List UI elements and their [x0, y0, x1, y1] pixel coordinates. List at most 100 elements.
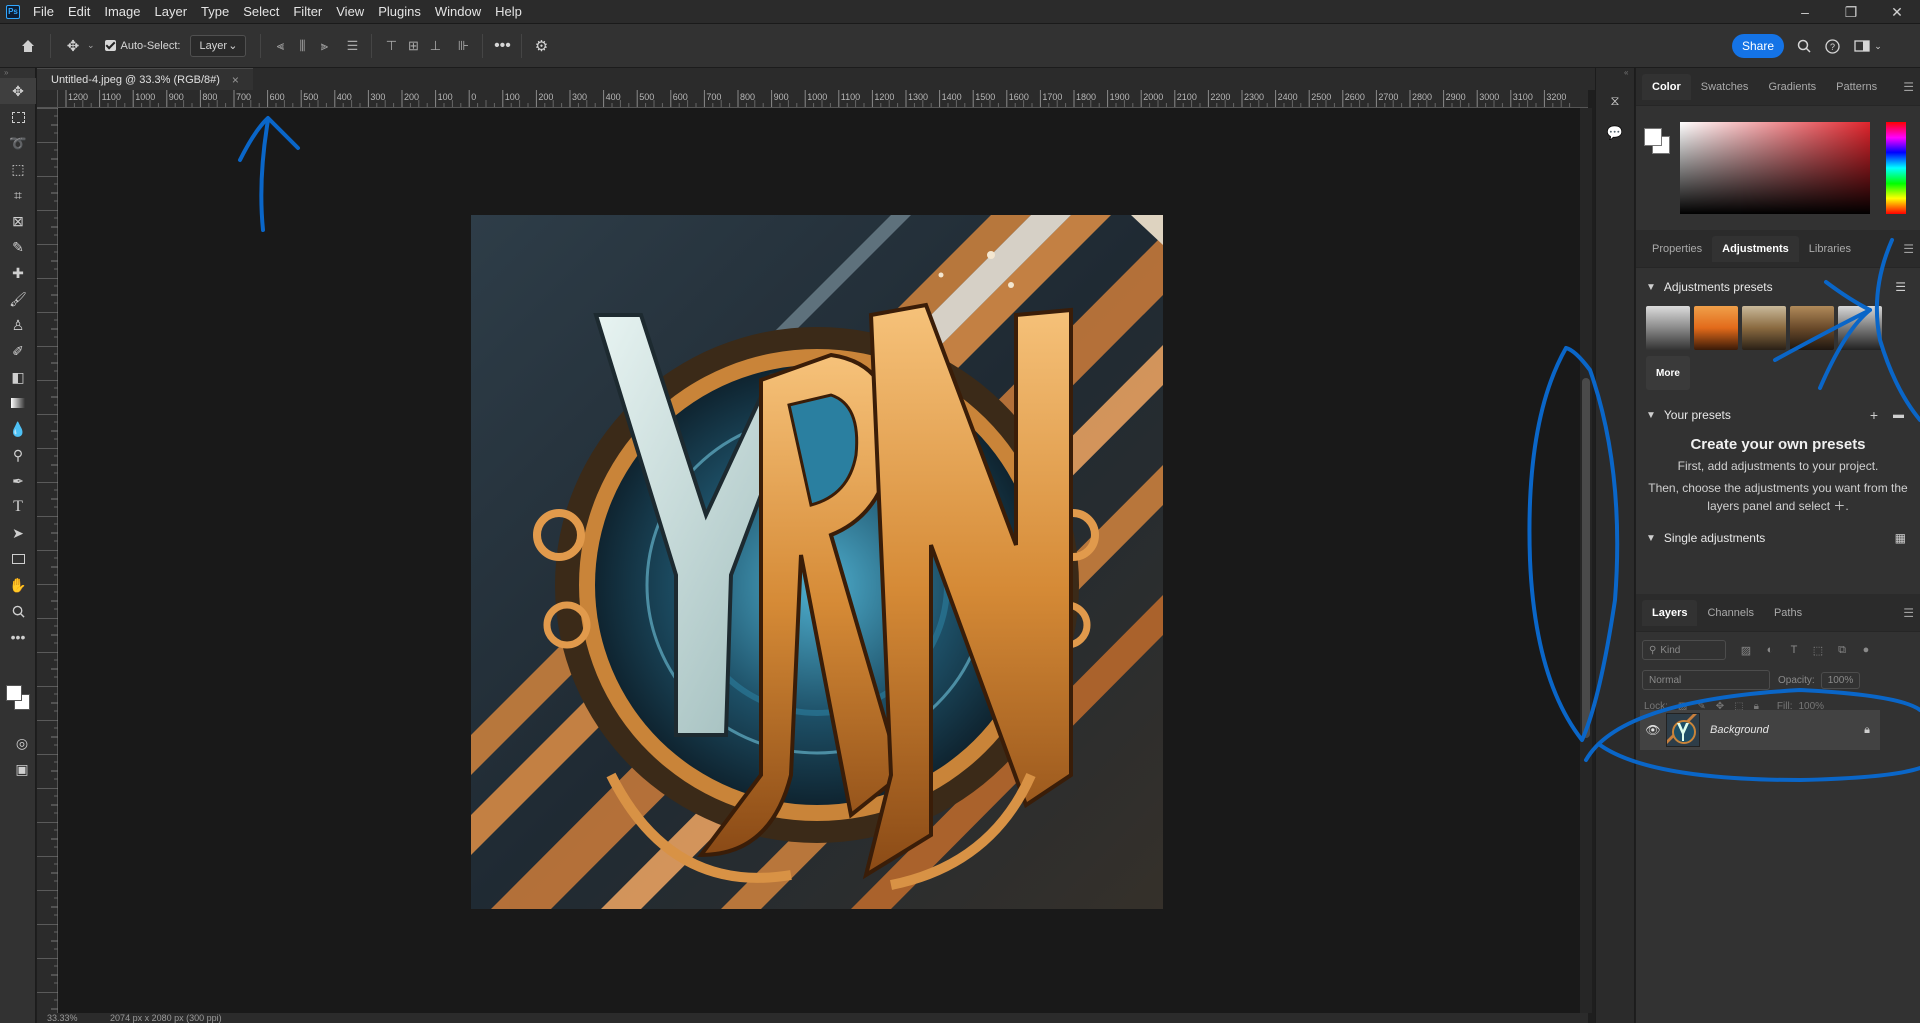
blend-mode-dropdown[interactable]: Normal: [1642, 670, 1770, 690]
menu-edit[interactable]: Edit: [61, 0, 97, 24]
eyedropper-tool-icon[interactable]: ✎: [0, 234, 36, 260]
menu-help[interactable]: Help: [488, 0, 529, 24]
align-middle-icon[interactable]: ⊞: [402, 35, 424, 57]
single-adjustments-header[interactable]: ▼ Single adjustments ▦: [1636, 523, 1920, 553]
tab-patterns[interactable]: Patterns: [1826, 74, 1887, 100]
add-preset-icon[interactable]: +: [1870, 407, 1878, 423]
close-window-button[interactable]: ✕: [1874, 0, 1920, 24]
pixel-filter-icon[interactable]: ▨: [1734, 644, 1758, 657]
menu-image[interactable]: Image: [97, 0, 147, 24]
move-tool-icon[interactable]: ✥: [59, 32, 87, 60]
brush-tool-icon[interactable]: 🖌: [0, 286, 36, 312]
menu-type[interactable]: Type: [194, 0, 236, 24]
preset-thumbnail[interactable]: [1742, 306, 1786, 350]
panel-menu-icon[interactable]: ☰: [1903, 80, 1914, 94]
adjustments-presets-header[interactable]: ▼ Adjustments presets ☰: [1636, 272, 1920, 302]
ruler-origin[interactable]: [37, 90, 58, 108]
hue-slider[interactable]: [1886, 122, 1906, 214]
search-icon[interactable]: [1792, 34, 1816, 58]
gradient-tool-icon[interactable]: [0, 390, 36, 416]
canvas-area[interactable]: [58, 108, 1588, 1013]
hand-tool-icon[interactable]: ✋: [0, 572, 36, 598]
auto-select-dropdown[interactable]: Layer ⌄: [190, 34, 247, 57]
tab-libraries[interactable]: Libraries: [1799, 236, 1861, 262]
preset-thumbnail[interactable]: [1694, 306, 1738, 350]
align-right-icon[interactable]: ⫸: [313, 35, 335, 57]
zoom-level[interactable]: 33.33%: [47, 1013, 78, 1023]
preset-thumbnail[interactable]: [1838, 306, 1882, 350]
smart-object-filter-icon[interactable]: ⧉: [1830, 644, 1854, 657]
tool-preset-chevron-icon[interactable]: ⌄: [87, 40, 95, 51]
comments-icon[interactable]: 💬: [1600, 120, 1630, 146]
foreground-color-chip[interactable]: [1644, 128, 1662, 146]
history-brush-tool-icon[interactable]: ✐: [0, 338, 36, 364]
layer-name[interactable]: Background: [1710, 724, 1769, 736]
rectangle-tool-icon[interactable]: [0, 546, 36, 572]
quick-mask-icon[interactable]: ◎: [4, 730, 40, 756]
spot-healing-tool-icon[interactable]: ✚: [0, 260, 36, 286]
align-left-icon[interactable]: ⫷: [269, 35, 291, 57]
preset-thumbnail[interactable]: [1790, 306, 1834, 350]
auto-select-checkbox[interactable]: [104, 40, 116, 51]
vertical-scrollbar[interactable]: [1580, 108, 1592, 1013]
grid-view-icon[interactable]: ▦: [1895, 531, 1906, 545]
tab-color[interactable]: Color: [1642, 73, 1691, 100]
menu-select[interactable]: Select: [236, 0, 286, 24]
tab-adjustments[interactable]: Adjustments: [1712, 235, 1799, 262]
screen-mode-icon[interactable]: ▣: [4, 756, 40, 782]
edit-toolbar-icon[interactable]: •••: [0, 624, 36, 650]
menu-file[interactable]: File: [26, 0, 61, 24]
shape-filter-icon[interactable]: ⬚: [1806, 644, 1830, 657]
opacity-field[interactable]: 100%: [1820, 671, 1861, 689]
lasso-tool-icon[interactable]: ➰: [0, 130, 36, 156]
workspace-chevron-icon[interactable]: ⌄: [1866, 34, 1890, 58]
frame-tool-icon[interactable]: ⊠: [0, 208, 36, 234]
clone-stamp-tool-icon[interactable]: ♙: [0, 312, 36, 338]
your-presets-header[interactable]: ▼ Your presets + ▬: [1636, 400, 1920, 430]
close-document-icon[interactable]: ×: [232, 73, 239, 87]
expand-panels-icon[interactable]: «: [1596, 68, 1634, 82]
document-tab[interactable]: Untitled-4.jpeg @ 33.3% (RGB/8#) ×: [37, 68, 253, 90]
menu-layer[interactable]: Layer: [148, 0, 195, 24]
type-tool-icon[interactable]: T: [0, 494, 36, 520]
folder-icon[interactable]: ▬: [1893, 409, 1904, 421]
restore-button[interactable]: ❐: [1828, 0, 1874, 24]
eye-icon[interactable]: 👁︎: [1640, 723, 1666, 737]
menu-view[interactable]: View: [329, 0, 371, 24]
tab-layers[interactable]: Layers: [1642, 599, 1698, 626]
more-presets-button[interactable]: More: [1646, 356, 1690, 390]
menu-plugins[interactable]: Plugins: [371, 0, 428, 24]
tab-paths[interactable]: Paths: [1764, 600, 1812, 626]
align-bottom-icon[interactable]: ⊥: [424, 35, 446, 57]
marquee-tool-icon[interactable]: [0, 104, 36, 130]
object-selection-tool-icon[interactable]: ⬚: [0, 156, 36, 182]
distribute-vertical-icon[interactable]: ⊪: [452, 35, 474, 57]
panel-menu-icon[interactable]: ☰: [1903, 242, 1914, 256]
panel-menu-icon[interactable]: ☰: [1903, 606, 1914, 620]
tab-gradients[interactable]: Gradients: [1758, 74, 1826, 100]
more-options-icon[interactable]: •••: [491, 35, 513, 57]
blur-tool-icon[interactable]: 💧: [0, 416, 36, 442]
move-tool-icon[interactable]: ✥: [0, 78, 36, 104]
path-selection-tool-icon[interactable]: ➤: [0, 520, 36, 546]
home-icon[interactable]: [14, 32, 42, 60]
tab-channels[interactable]: Channels: [1697, 600, 1763, 626]
history-icon[interactable]: ⧖: [1600, 88, 1630, 114]
color-field[interactable]: [1680, 122, 1870, 214]
layer-kind-filter[interactable]: ⚲ Kind: [1642, 640, 1726, 660]
minimize-button[interactable]: –: [1782, 0, 1828, 24]
dodge-tool-icon[interactable]: ⚲: [0, 442, 36, 468]
menu-filter[interactable]: Filter: [286, 0, 329, 24]
zoom-tool-icon[interactable]: [0, 598, 36, 624]
pen-tool-icon[interactable]: ✒: [0, 468, 36, 494]
preset-thumbnail[interactable]: [1646, 306, 1690, 350]
foreground-color-swatch[interactable]: [6, 685, 22, 701]
align-center-icon[interactable]: ⫼: [291, 35, 313, 57]
filter-toggle-icon[interactable]: ●: [1854, 644, 1878, 656]
type-filter-icon[interactable]: T: [1782, 644, 1806, 656]
collapse-toolbar-icon[interactable]: »: [0, 68, 35, 78]
distribute-icon[interactable]: ☰: [341, 35, 363, 57]
scrollbar-thumb[interactable]: [1582, 378, 1590, 738]
horizontal-ruler[interactable]: 1200 1100 1000 900 800 700 600 500 400 300 200 100 0…: [58, 90, 1588, 108]
lock-icon[interactable]: 🔒︎: [1864, 724, 1870, 737]
